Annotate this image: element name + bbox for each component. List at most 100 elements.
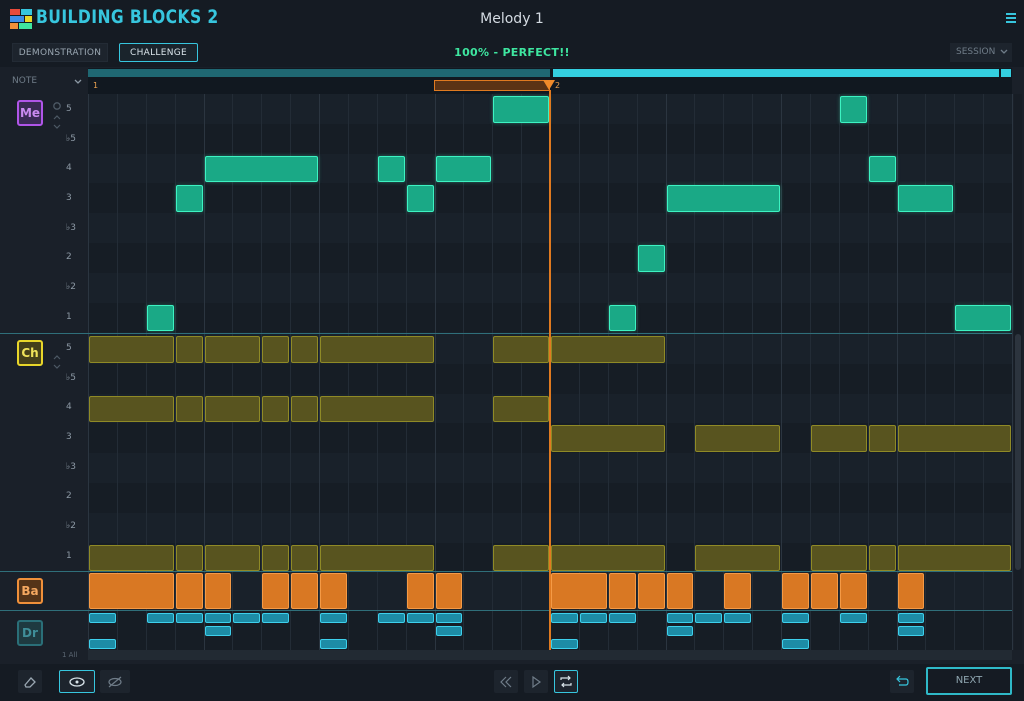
melody-note-block[interactable] — [435, 155, 492, 183]
timeline-scroll-thumb[interactable] — [553, 69, 999, 77]
drum-hit-block[interactable] — [435, 613, 463, 623]
drum-hit-block[interactable] — [666, 626, 694, 636]
drum-hit-block[interactable] — [782, 639, 809, 649]
timeline-scroll-track[interactable] — [88, 69, 550, 77]
drum-hit-block[interactable] — [406, 613, 434, 623]
chord-note-block[interactable] — [551, 544, 665, 572]
bass-note-block[interactable] — [204, 573, 232, 609]
octave-stepper-icon[interactable] — [52, 354, 62, 370]
chord-note-block[interactable] — [810, 425, 867, 453]
chord-note-block[interactable] — [291, 336, 318, 363]
melody-note-block[interactable] — [493, 96, 549, 123]
drum-hit-block[interactable] — [377, 613, 405, 623]
chord-note-block[interactable] — [89, 395, 174, 423]
bass-note-block[interactable] — [406, 573, 434, 609]
chord-note-block[interactable] — [89, 544, 174, 572]
chord-note-block[interactable] — [175, 395, 203, 423]
bass-note-block[interactable] — [291, 573, 318, 609]
bass-note-block[interactable] — [320, 573, 347, 609]
bass-note-block[interactable] — [666, 573, 694, 609]
drum-hit-block[interactable] — [551, 613, 578, 623]
chord-note-block[interactable] — [175, 544, 203, 572]
chords-track-icon[interactable]: Ch — [17, 340, 43, 366]
chord-note-block[interactable] — [262, 544, 290, 572]
chord-note-block[interactable] — [320, 395, 434, 423]
bass-note-block[interactable] — [551, 573, 607, 609]
playhead-line[interactable] — [549, 90, 551, 650]
chord-note-block[interactable] — [868, 425, 896, 453]
chord-note-block[interactable] — [175, 336, 203, 363]
drum-hit-block[interactable] — [146, 613, 174, 623]
rewind-button[interactable] — [494, 670, 518, 693]
melody-track-icon[interactable]: Me — [17, 100, 43, 126]
bass-note-block[interactable] — [608, 573, 636, 609]
chord-note-block[interactable] — [291, 395, 318, 423]
drum-hit-block[interactable] — [579, 613, 607, 623]
drum-hit-block[interactable] — [782, 613, 809, 623]
chord-note-block[interactable] — [897, 544, 1011, 572]
bass-note-block[interactable] — [435, 573, 463, 609]
melody-note-block[interactable] — [637, 245, 665, 272]
octave-stepper-icon[interactable] — [52, 114, 62, 130]
drum-hit-block[interactable] — [724, 613, 752, 623]
drum-hit-block[interactable] — [89, 613, 116, 623]
drum-hit-block[interactable] — [262, 613, 290, 623]
next-button[interactable]: NEXT — [926, 667, 1012, 695]
chord-note-block[interactable] — [551, 425, 665, 453]
chord-note-block[interactable] — [204, 544, 261, 572]
bass-note-block[interactable] — [782, 573, 809, 609]
drum-hit-block[interactable] — [320, 613, 347, 623]
eraser-button[interactable] — [18, 670, 42, 693]
chord-note-block[interactable] — [320, 336, 434, 363]
melody-note-block[interactable] — [377, 155, 405, 183]
drum-hit-block[interactable] — [695, 613, 723, 623]
melody-note-block[interactable] — [204, 155, 318, 183]
drum-hit-block[interactable] — [551, 639, 578, 649]
drum-hit-block[interactable] — [666, 613, 694, 623]
melody-note-block[interactable] — [608, 304, 636, 332]
bass-note-block[interactable] — [724, 573, 752, 609]
playhead-marker-icon[interactable] — [543, 80, 555, 90]
melody-note-block[interactable] — [175, 185, 203, 213]
chord-note-block[interactable] — [204, 336, 261, 363]
chord-note-block[interactable] — [897, 425, 1011, 453]
drum-hit-block[interactable] — [435, 626, 463, 636]
drum-hit-block[interactable] — [897, 613, 925, 623]
loop-region[interactable] — [434, 80, 550, 91]
bass-note-block[interactable] — [839, 573, 867, 609]
hide-button[interactable] — [100, 670, 130, 693]
drum-hit-block[interactable] — [897, 626, 925, 636]
play-button[interactable] — [524, 670, 548, 693]
chord-note-block[interactable] — [493, 395, 549, 423]
drum-hit-block[interactable] — [320, 639, 347, 649]
timeline-scroll-end[interactable] — [1001, 69, 1011, 77]
melody-note-block[interactable] — [839, 96, 867, 123]
chord-note-block[interactable] — [695, 425, 780, 453]
chord-note-block[interactable] — [493, 336, 549, 363]
drum-hit-block[interactable] — [608, 613, 636, 623]
chord-note-block[interactable] — [868, 544, 896, 572]
chord-note-block[interactable] — [262, 395, 290, 423]
loop-button[interactable] — [554, 670, 578, 693]
bass-track-icon[interactable]: Ba — [17, 578, 43, 604]
melody-note-block[interactable] — [146, 304, 174, 332]
bass-note-block[interactable] — [262, 573, 290, 609]
drums-track-icon[interactable]: Dr — [17, 620, 43, 646]
bass-note-block[interactable] — [175, 573, 203, 609]
hamburger-icon[interactable] — [1006, 12, 1020, 26]
chord-note-block[interactable] — [204, 395, 261, 423]
drum-hit-block[interactable] — [204, 626, 232, 636]
bass-note-block[interactable] — [89, 573, 174, 609]
bass-note-block[interactable] — [897, 573, 925, 609]
drum-hit-block[interactable] — [204, 613, 232, 623]
melody-note-block[interactable] — [897, 185, 954, 213]
melody-note-block[interactable] — [666, 185, 780, 213]
chord-note-block[interactable] — [262, 336, 290, 363]
vertical-scroll-thumb[interactable] — [1015, 334, 1021, 570]
bass-note-block[interactable] — [637, 573, 665, 609]
note-selector[interactable]: NOTE — [8, 72, 88, 90]
chord-note-block[interactable] — [320, 544, 434, 572]
drum-hit-block[interactable] — [89, 639, 116, 649]
undo-button[interactable] — [890, 670, 914, 693]
horizontal-scrollbar[interactable] — [88, 650, 1012, 660]
